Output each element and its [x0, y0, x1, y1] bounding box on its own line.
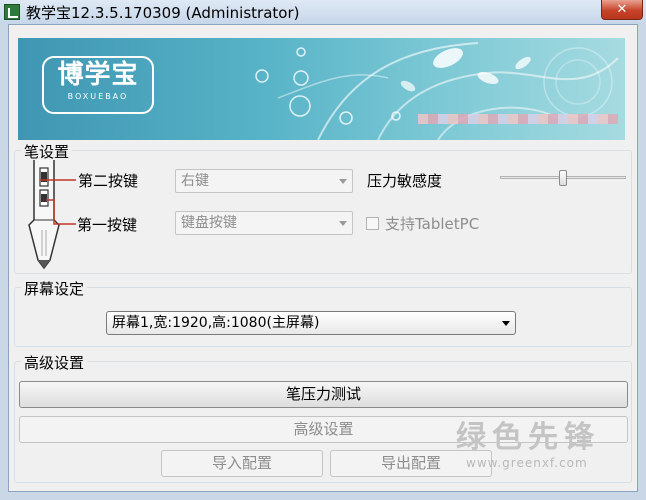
pressure-sensitivity-label: 压力敏感度 [367, 172, 443, 190]
chevron-down-icon [339, 221, 347, 226]
first-button-label: 第一按键 [77, 216, 138, 234]
second-button-value: 右键 [181, 173, 209, 189]
title-bar[interactable]: 教学宝12.3.5.170309 (Administrator) ✕ [0, 0, 646, 24]
close-icon: ✕ [616, 2, 628, 17]
window-title: 教学宝12.3.5.170309 (Administrator) [26, 4, 300, 22]
screen-select[interactable]: 屏幕1,宽:1920,高:1080(主屏幕) [106, 311, 516, 335]
watermark-url: www.greenxf.com [466, 456, 588, 470]
chevron-down-icon [339, 179, 347, 184]
logo-text: 博学宝 [57, 60, 139, 90]
import-config-button[interactable]: 导入配置 [161, 450, 323, 477]
second-button-select[interactable]: 右键 [175, 169, 353, 193]
first-button-value: 键盘按键 [181, 215, 237, 231]
close-button[interactable]: ✕ [601, 0, 643, 20]
watermark-text: 绿色先锋 [456, 420, 600, 455]
second-button-label: 第二按键 [78, 172, 139, 190]
blurred-strip [418, 114, 618, 124]
advanced-settings-label: 高级设置 [21, 352, 88, 373]
tablet-pc-label: 支持TabletPC [385, 215, 480, 233]
pen-settings-label: 笔设置 [21, 141, 73, 162]
first-button-select[interactable]: 键盘按键 [175, 211, 353, 235]
app-window: 教学宝12.3.5.170309 (Administrator) ✕ 博学宝 B… [0, 0, 646, 500]
pressure-test-button[interactable]: 笔压力测试 [19, 381, 628, 408]
screen-value: 屏幕1,宽:1920,高:1080(主屏幕) [112, 315, 320, 331]
screen-settings-label: 屏幕设定 [21, 278, 88, 299]
app-icon [4, 4, 20, 20]
banner: 博学宝 BOXUEBAO [18, 38, 625, 140]
pen-button-guides [40, 179, 76, 225]
watermark: 绿色先锋 www.greenxf.com [456, 420, 600, 470]
pressure-slider-thumb[interactable] [559, 170, 567, 186]
logo: 博学宝 BOXUEBAO [42, 56, 154, 114]
tablet-pc-checkbox[interactable] [366, 217, 379, 230]
chevron-down-icon [502, 321, 510, 326]
logo-subtext: BOXUEBAO [67, 92, 129, 101]
